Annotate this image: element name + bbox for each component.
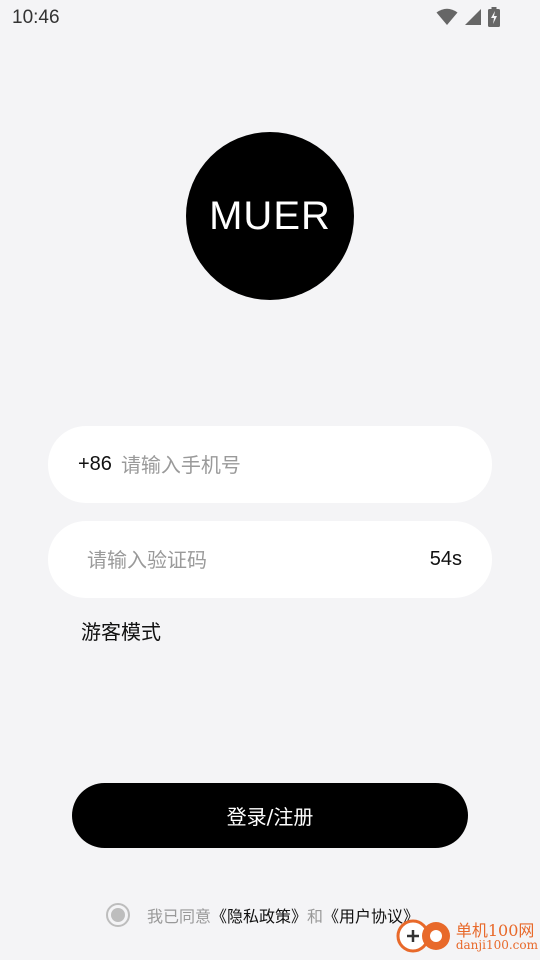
phone-field[interactable]: +86 xyxy=(48,426,492,503)
resend-countdown: 54s xyxy=(429,548,462,570)
agreement-row: 我已同意 《隐私政策》 和 《用户协议》 xyxy=(106,903,419,927)
wifi-icon xyxy=(436,8,458,30)
verification-code-input[interactable] xyxy=(85,546,430,573)
app-logo: MUER xyxy=(186,132,354,300)
watermark-text: 单机100网 danji100.com xyxy=(456,922,538,953)
cell-signal-icon xyxy=(464,8,482,30)
logo-text: MUER xyxy=(209,193,331,238)
status-time: 10:46 xyxy=(12,7,60,28)
watermark: 单机100网 danji100.com xyxy=(396,916,538,958)
verification-code-field[interactable]: 54s xyxy=(48,521,492,598)
agreement-prefix: 我已同意 xyxy=(147,907,212,926)
watermark-url: danji100.com xyxy=(455,938,538,953)
privacy-policy-link[interactable]: 《隐私政策》 xyxy=(211,903,307,927)
battery-charging-icon xyxy=(488,7,500,31)
watermark-title: 单机100网 xyxy=(455,920,535,940)
watermark-logo-icon xyxy=(396,916,452,958)
country-code[interactable]: +86 xyxy=(78,453,112,476)
guest-mode-link[interactable]: 游客模式 xyxy=(81,616,161,645)
phone-input[interactable] xyxy=(118,451,492,478)
agreement-conjunction: 和 xyxy=(307,907,324,926)
status-icons xyxy=(436,7,500,31)
status-bar: 10:46 xyxy=(0,0,540,36)
agree-radio[interactable] xyxy=(106,903,130,927)
radio-checked-icon xyxy=(111,908,125,922)
login-register-button[interactable]: 登录/注册 xyxy=(72,783,468,848)
